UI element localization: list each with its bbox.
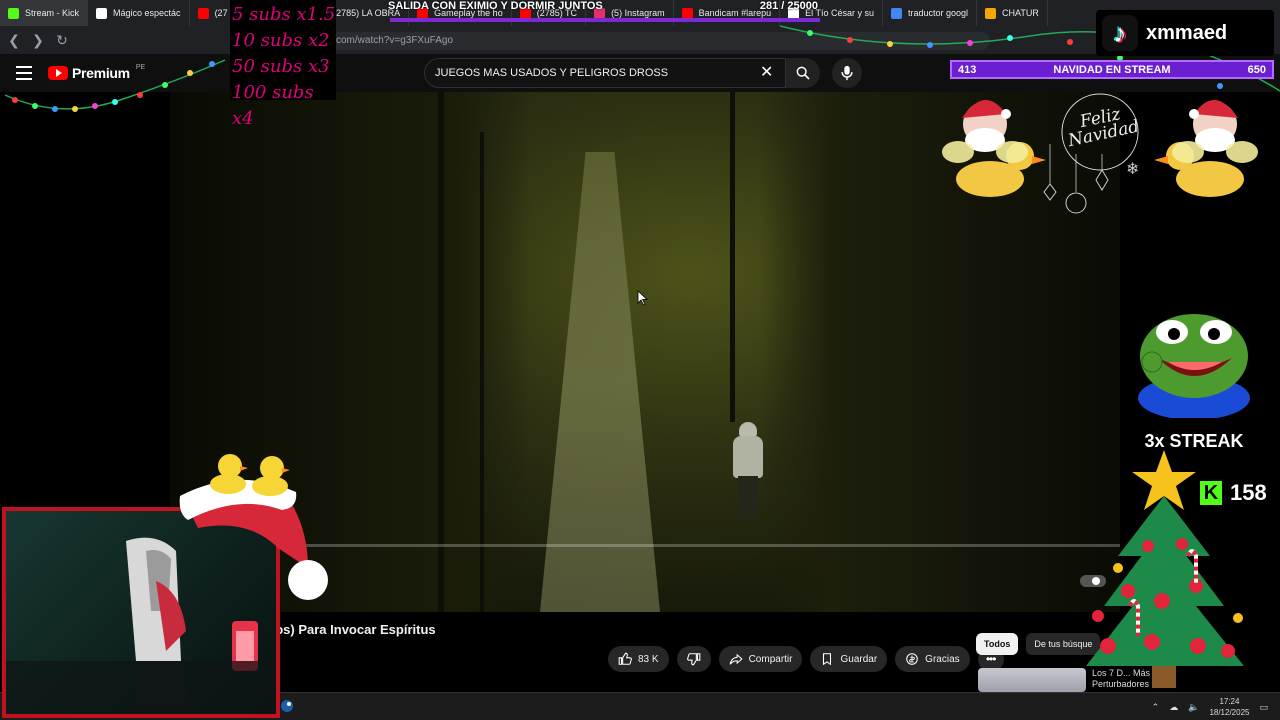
video-tree-trunk <box>730 92 735 422</box>
video-path <box>540 152 660 612</box>
steam-icon[interactable] <box>280 699 294 713</box>
notification-icon[interactable]: ▭ <box>1259 702 1268 713</box>
tab-favicon-icon <box>891 7 902 19</box>
subs-tier: 100 subs x4 <box>232 82 314 129</box>
region-code: PE <box>135 63 146 71</box>
share-label: Compartir <box>748 653 793 665</box>
stream-goal-count: 281 / 25000 <box>759 0 818 12</box>
like-button[interactable]: 83 K <box>608 646 669 672</box>
bookmark-icon <box>823 653 832 666</box>
subs-tier: 5 subs x1.5 <box>232 4 336 25</box>
clear-search-icon[interactable]: ✕ <box>760 62 773 82</box>
event-left-count: 413 <box>958 63 977 76</box>
super-thanks-icon <box>906 653 918 665</box>
tab-favicon-icon <box>985 7 997 19</box>
stream-goal-banner: SALIDA CON EXIMIO Y DORMIR JUNTOS 281 / … <box>388 0 818 14</box>
url-field[interactable]: com/watch?v=g3FXuFAgo <box>330 32 990 50</box>
recommended-title[interactable]: Los 7 D... Más Perturbadores <box>1092 668 1182 690</box>
video-tree-trunk <box>480 132 484 612</box>
webcam-feed <box>2 507 280 718</box>
youtube-play-icon <box>48 66 68 80</box>
video-title: sos) Para Invocar Espíritus <box>268 622 436 637</box>
browser-tab[interactable]: CHATUR <box>977 0 1048 26</box>
tab-label: Mágico espectác <box>113 8 181 18</box>
tab-favicon-icon <box>96 7 108 19</box>
system-tray: ⌃ ☁ 🔈 17:24 18/12/2025 ▭ <box>1152 693 1268 720</box>
youtube-logo[interactable]: Premium PE <box>48 63 146 81</box>
chip-todos[interactable]: Todos <box>976 633 1019 655</box>
tiktok-icon: ♪ <box>1102 15 1138 51</box>
browser-tab[interactable]: Mágico espectác <box>88 0 190 26</box>
back-icon[interactable]: ❮ <box>4 30 24 50</box>
search-button[interactable] <box>786 58 820 88</box>
microphone-icon <box>841 65 853 81</box>
mouse-cursor-icon <box>637 290 649 306</box>
video-player[interactable] <box>170 92 1120 612</box>
save-button[interactable]: Guardar <box>810 646 888 672</box>
event-right-count: 650 <box>1247 63 1266 76</box>
svg-text:❄: ❄ <box>1126 161 1139 178</box>
chip-de-tus-busquedas[interactable]: De tus búsque <box>1026 633 1101 655</box>
thanks-button[interactable]: Gracias <box>895 646 970 672</box>
hooded-figure <box>730 422 766 522</box>
cloud-icon[interactable]: ☁ <box>1169 702 1178 713</box>
search-input[interactable]: JUEGOS MAS USADOS Y PELIGROS DROSS <box>424 58 786 88</box>
video-progress-bar[interactable] <box>170 544 1120 547</box>
kick-viewer-count: K 158 <box>1200 480 1267 506</box>
share-button[interactable]: Compartir <box>718 646 803 672</box>
subs-multiplier-panel: 5 subs x1.5 10 subs x2 50 subs x3 100 su… <box>230 0 336 129</box>
clock-date: 18/12/2025 <box>1209 708 1250 717</box>
gamer-chair-scene <box>6 537 276 714</box>
streak-widget: 3x STREAK <box>1124 298 1264 452</box>
tab-label: Stream - Kick <box>25 8 80 18</box>
subs-tier: 50 subs x3 <box>232 56 330 77</box>
tiktok-username: xmmaed <box>1146 21 1228 44</box>
tab-label: CHATUR <box>1002 8 1039 18</box>
stream-goal-title: SALIDA CON EXIMIO Y DORMIR JUNTOS <box>388 0 603 12</box>
related-filter-chips: Todos De tus búsque <box>976 633 1101 655</box>
tab-label: (27 <box>214 8 228 18</box>
thanks-label: Gracias <box>925 653 960 665</box>
forward-icon[interactable]: ❯ <box>28 30 48 50</box>
browser-address-bar: ❮ ❯ ↻ com/watch?v=g3FXuFAgo <box>0 26 1280 54</box>
video-tree-trunk <box>438 92 444 612</box>
thumbs-down-icon <box>686 653 700 666</box>
search-icon <box>796 66 810 80</box>
dislike-button[interactable] <box>676 646 711 672</box>
like-count: 83 K <box>638 653 659 665</box>
share-icon <box>729 653 743 665</box>
clock[interactable]: 17:24 18/12/2025 <box>1209 696 1249 718</box>
kick-viewers: 158 <box>1230 480 1267 505</box>
thumbs-up-icon <box>618 652 632 665</box>
tab-label: traductor googl <box>908 8 969 18</box>
menu-icon[interactable] <box>16 66 32 80</box>
tab-favicon-icon <box>197 7 209 19</box>
chevron-up-icon[interactable]: ⌃ <box>1152 702 1160 713</box>
stream-goal-bar <box>390 18 820 22</box>
recommended-thumbnail[interactable] <box>978 668 1086 692</box>
event-label: NAVIDAD EN STREAM <box>1053 63 1171 76</box>
browser-tab[interactable]: traductor googl <box>883 0 978 26</box>
save-label: Guardar <box>840 653 878 665</box>
subs-tier: 10 subs x2 <box>232 30 330 51</box>
autoplay-toggle[interactable] <box>1080 575 1106 587</box>
video-actions: 83 K Compartir Guardar Gracias ••• <box>608 646 1004 672</box>
tab-favicon-icon <box>8 7 19 19</box>
reload-icon[interactable]: ↻ <box>52 30 72 50</box>
kick-icon: K <box>1200 481 1222 505</box>
tiktok-badge: ♪ xmmaed <box>1096 10 1274 56</box>
youtube-brand: Premium <box>72 65 130 81</box>
clock-time: 17:24 <box>1219 697 1240 706</box>
streak-label: 3x STREAK <box>1144 431 1244 451</box>
voice-search-button[interactable] <box>832 58 862 88</box>
pepe-emote-icon <box>1138 314 1250 420</box>
event-bar: 413 NAVIDAD EN STREAM 650 <box>950 60 1274 79</box>
video-forest-right <box>760 92 1120 612</box>
volume-icon[interactable]: 🔈 <box>1188 702 1199 713</box>
browser-tab[interactable]: Stream - Kick <box>0 0 89 26</box>
